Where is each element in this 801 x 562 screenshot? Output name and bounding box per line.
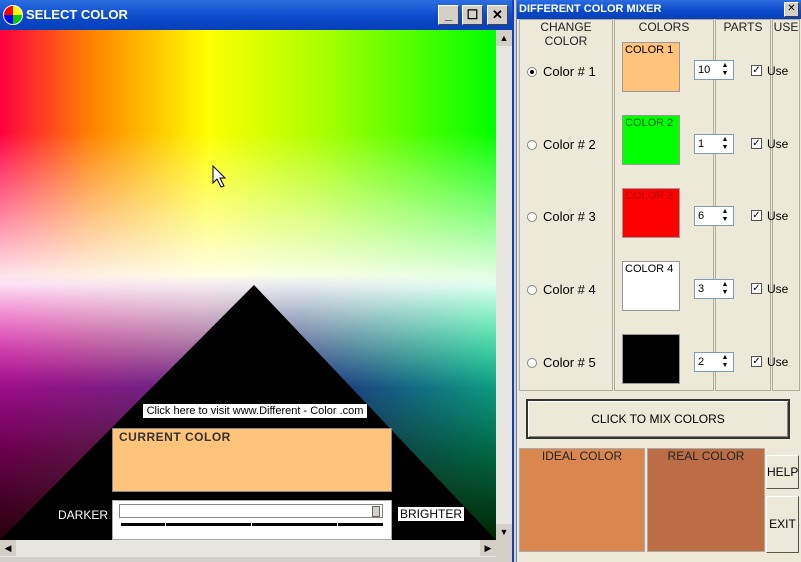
radio-icon[interactable] xyxy=(527,211,537,222)
select-color-window: SELECT COLOR _ ☐ ✕ Click here to visit w… xyxy=(0,0,514,562)
ideal-color-label: IDEAL COLOR xyxy=(541,449,623,463)
exit-button[interactable]: EXIT xyxy=(766,496,799,553)
ideal-color-preview: IDEAL COLOR xyxy=(519,448,645,552)
parts-5-spinner[interactable]: 2 ▲ ▼ xyxy=(694,352,734,372)
brightness-slider[interactable] xyxy=(112,500,392,540)
maximize-button[interactable]: ☐ xyxy=(462,5,483,25)
use-1-checkbox[interactable]: ✓ Use xyxy=(751,64,788,78)
spinner-arrows-icon[interactable]: ▲ ▼ xyxy=(718,208,732,224)
mix-colors-button[interactable]: CLICK TO MIX COLORS xyxy=(526,399,790,439)
use-3-checkbox[interactable]: ✓ Use xyxy=(751,209,788,223)
mixer-title: DIFFERENT COLOR MIXER xyxy=(519,3,662,15)
color-4-radio[interactable]: Color # 4 xyxy=(527,282,596,297)
scroll-left-icon[interactable]: ◀ xyxy=(0,540,16,556)
minimize-button[interactable]: _ xyxy=(438,5,459,25)
color-5-radio[interactable]: Color # 5 xyxy=(527,355,596,370)
mixer-close-button[interactable]: ✕ xyxy=(784,2,799,17)
use-2-checkbox[interactable]: ✓ Use xyxy=(751,137,788,151)
brighter-label: BRIGHTER xyxy=(398,507,465,521)
parts-2-spinner[interactable]: 1 ▲ ▼ xyxy=(694,134,734,154)
spinner-arrows-icon[interactable]: ▲ ▼ xyxy=(718,62,732,78)
color-spectrum-picker[interactable]: Click here to visit www.Different - Colo… xyxy=(0,30,496,540)
checkmark-icon[interactable]: ✓ xyxy=(751,283,762,295)
scroll-right-icon[interactable]: ▶ xyxy=(480,540,496,556)
checkmark-icon[interactable]: ✓ xyxy=(751,65,762,77)
colors-header: COLORS xyxy=(638,20,690,34)
mixer-titlebar[interactable]: DIFFERENT COLOR MIXER ✕ xyxy=(517,0,801,19)
checkmark-icon[interactable]: ✓ xyxy=(751,356,762,368)
radio-icon[interactable] xyxy=(527,139,537,150)
real-color-preview: REAL COLOR xyxy=(647,448,765,552)
parts-3-spinner[interactable]: 6 ▲ ▼ xyxy=(694,206,734,226)
real-color-label: REAL COLOR xyxy=(667,449,745,463)
color-2-swatch[interactable]: COLOR 2 xyxy=(622,115,680,165)
slider-thumb[interactable] xyxy=(372,506,380,517)
parts-4-spinner[interactable]: 3 ▲ ▼ xyxy=(694,279,734,299)
radio-selected-icon[interactable] xyxy=(527,66,537,77)
checkmark-icon[interactable]: ✓ xyxy=(751,210,762,222)
color-4-swatch[interactable]: COLOR 4 xyxy=(622,261,680,311)
color-2-radio[interactable]: Color # 2 xyxy=(527,137,596,152)
parts-header: PARTS xyxy=(723,20,763,34)
color-1-radio[interactable]: Color # 1 xyxy=(527,64,596,79)
color-1-swatch[interactable]: COLOR 1 xyxy=(622,42,680,92)
visit-website-link[interactable]: Click here to visit www.Different - Colo… xyxy=(143,404,367,418)
color-wheel-icon xyxy=(3,5,23,25)
resize-grip-icon[interactable] xyxy=(496,540,512,557)
mouse-cursor-icon xyxy=(212,165,227,188)
darker-label: DARKER xyxy=(58,508,109,522)
spinner-arrows-icon[interactable]: ▲ ▼ xyxy=(718,136,732,152)
current-color-preview: CURRENT COLOR xyxy=(112,428,392,492)
change-color-header: CHANGE COLOR xyxy=(540,20,592,48)
color-3-radio[interactable]: Color # 3 xyxy=(527,209,596,224)
spinner-arrows-icon[interactable]: ▲ ▼ xyxy=(718,354,732,370)
color-3-swatch[interactable]: COLOR 3 xyxy=(622,188,680,238)
window-title: SELECT COLOR xyxy=(26,7,128,22)
radio-icon[interactable] xyxy=(527,284,537,295)
use-header: USE xyxy=(773,20,799,34)
use-5-checkbox[interactable]: ✓ Use xyxy=(751,355,788,369)
help-button[interactable]: HELP xyxy=(766,455,799,489)
slider-ticks xyxy=(121,522,383,527)
vertical-scrollbar[interactable]: ▲ ▼ xyxy=(496,30,512,540)
parts-1-spinner[interactable]: 10 ▲ ▼ xyxy=(694,60,734,80)
close-button[interactable]: ✕ xyxy=(487,5,508,25)
color-5-swatch[interactable] xyxy=(622,334,680,384)
horizontal-scrollbar[interactable]: ◀ ▶ xyxy=(0,540,496,557)
checkmark-icon[interactable]: ✓ xyxy=(751,138,762,150)
scroll-down-icon[interactable]: ▼ xyxy=(496,524,512,540)
radio-icon[interactable] xyxy=(527,357,537,368)
scroll-up-icon[interactable]: ▲ xyxy=(496,30,512,46)
slider-track[interactable] xyxy=(119,504,383,518)
current-color-label: CURRENT COLOR xyxy=(119,430,231,444)
select-color-titlebar[interactable]: SELECT COLOR _ ☐ ✕ xyxy=(0,0,512,30)
use-4-checkbox[interactable]: ✓ Use xyxy=(751,282,788,296)
spinner-arrows-icon[interactable]: ▲ ▼ xyxy=(718,281,732,297)
